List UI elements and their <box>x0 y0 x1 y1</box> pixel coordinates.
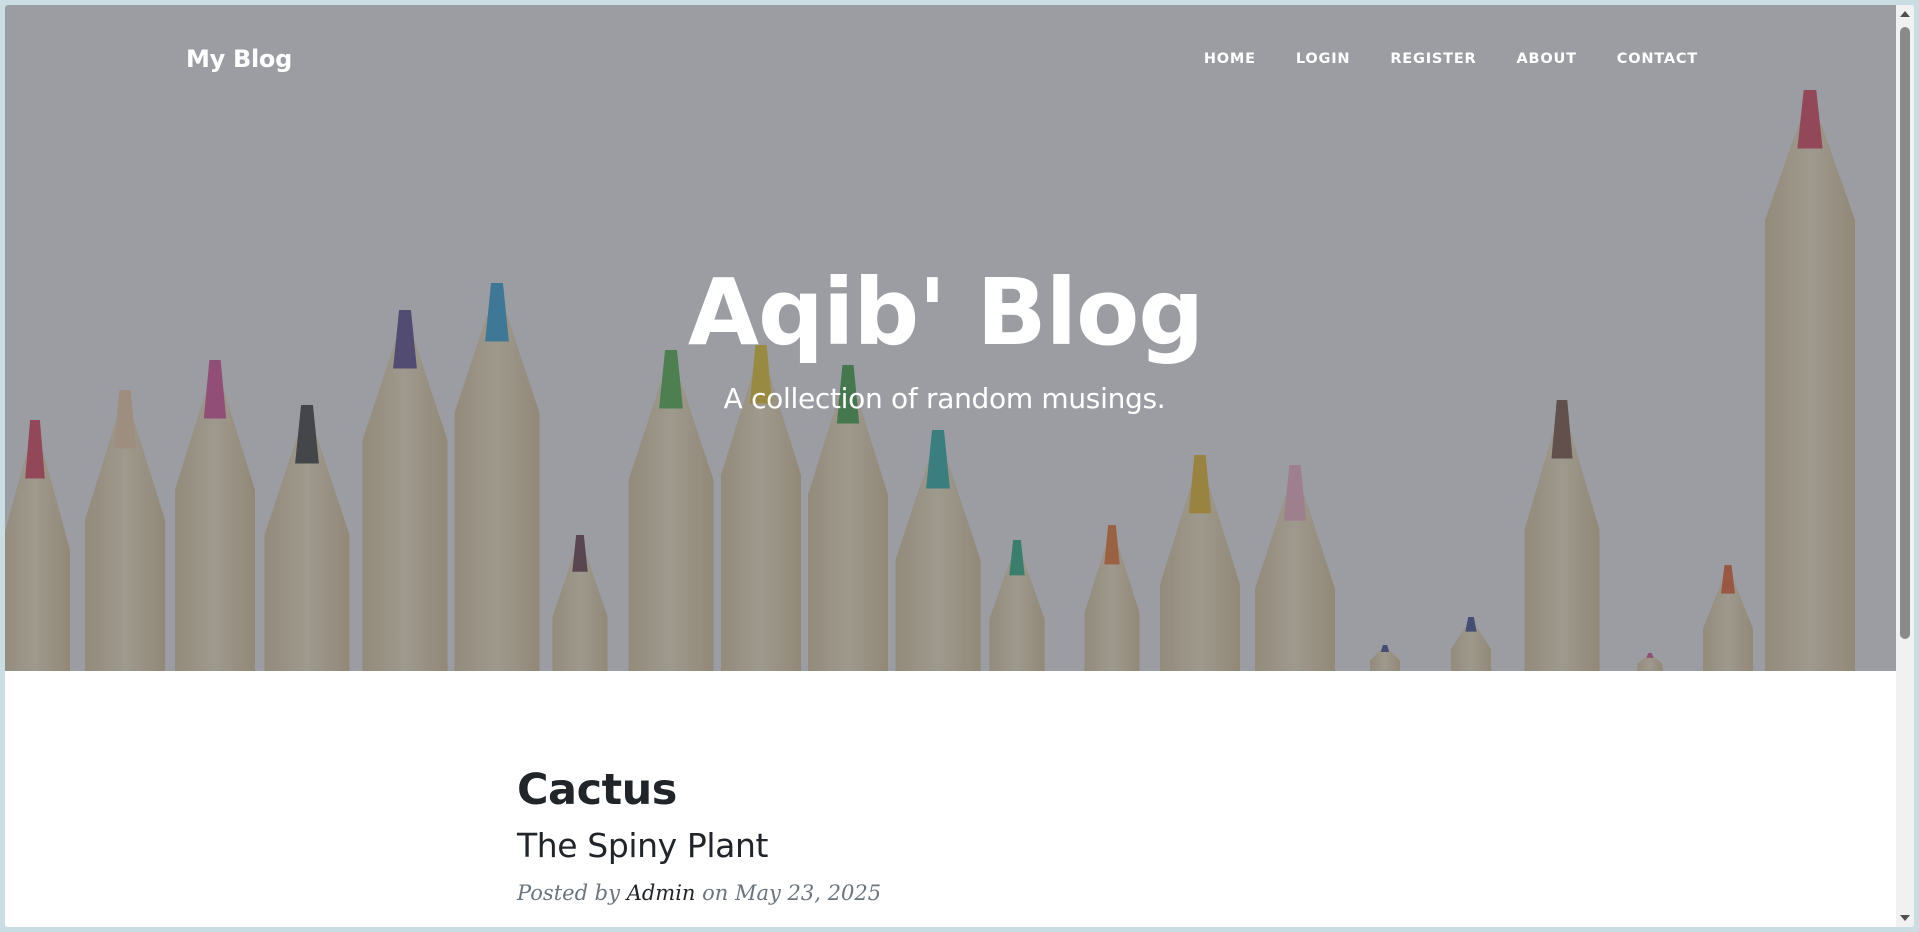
post-preview: Cactus The Spiny Plant Posted by Admin o… <box>517 766 1377 905</box>
arrow-up-icon <box>1900 11 1910 17</box>
post-author-link[interactable]: Admin <box>627 881 696 905</box>
nav-link-contact[interactable]: CONTACT <box>1617 51 1698 67</box>
scroll-thumb[interactable] <box>1900 27 1910 639</box>
nav-link-login[interactable]: LOGIN <box>1296 51 1350 67</box>
brand-link[interactable]: My Blog <box>186 45 292 73</box>
scroll-up-button[interactable] <box>1896 5 1914 23</box>
top-navbar: My Blog HOME LOGIN REGISTER ABOUT CONTAC… <box>5 5 1896 115</box>
nav-links: HOME LOGIN REGISTER ABOUT CONTACT <box>1164 51 1698 67</box>
post-meta-prefix: Posted by <box>517 880 620 905</box>
site-subtitle: A collection of random musings. <box>723 382 1166 415</box>
arrow-down-icon <box>1900 915 1910 921</box>
vertical-scrollbar[interactable] <box>1896 5 1914 927</box>
post-meta: Posted by Admin on May 23, 2025 <box>517 881 1377 905</box>
post-subtitle: The Spiny Plant <box>517 826 769 866</box>
post-title-link[interactable]: Cactus <box>517 766 1377 814</box>
site-title: Aqib' Blog <box>687 259 1204 366</box>
post-meta-on: on <box>702 880 729 905</box>
nav-link-about[interactable]: ABOUT <box>1517 51 1577 67</box>
nav-link-home[interactable]: HOME <box>1204 51 1256 67</box>
scroll-down-button[interactable] <box>1896 909 1914 927</box>
hero-header: My Blog HOME LOGIN REGISTER ABOUT CONTAC… <box>5 5 1896 671</box>
browser-window: My Blog HOME LOGIN REGISTER ABOUT CONTAC… <box>5 5 1914 927</box>
site-heading: Aqib' Blog A collection of random musing… <box>5 267 1896 413</box>
post-date: May 23, 2025 <box>735 880 882 905</box>
nav-link-register[interactable]: REGISTER <box>1390 51 1476 67</box>
page-viewport: My Blog HOME LOGIN REGISTER ABOUT CONTAC… <box>5 5 1896 927</box>
